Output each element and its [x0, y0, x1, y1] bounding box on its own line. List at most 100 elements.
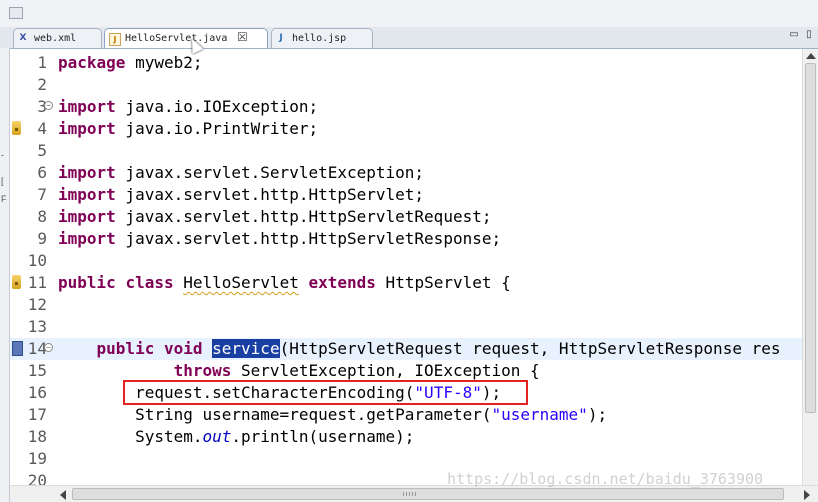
- code-line: 10: [10, 250, 802, 272]
- red-highlight-box: [123, 380, 528, 405]
- tab-helloservlet-java[interactable]: J HelloServlet.java ☒: [104, 28, 268, 48]
- line-number: 2: [37, 75, 47, 94]
- code-line: 5: [10, 140, 802, 162]
- keyword: public: [58, 273, 116, 292]
- toolbar-strip: [0, 0, 818, 27]
- code-line: 18 System.out.println(username);: [10, 426, 802, 448]
- code-text: import javax.servlet.ServletException;: [58, 162, 424, 184]
- close-icon[interactable]: ☒: [237, 28, 248, 47]
- code-line: 12: [10, 294, 802, 316]
- line-number: 16: [27, 383, 47, 402]
- fold-toggle-icon[interactable]: −: [44, 343, 53, 352]
- line-number: 8: [37, 207, 47, 226]
- keyword: import: [58, 207, 116, 226]
- code-line: 19: [10, 448, 802, 470]
- code-line: 8 import javax.servlet.http.HttpServletR…: [10, 206, 802, 228]
- line-number: 14: [27, 339, 47, 358]
- selected-method-name[interactable]: service: [212, 339, 280, 358]
- code-token: String username=request.getParameter(: [135, 405, 492, 424]
- line-number: 17: [27, 405, 47, 424]
- scroll-up-icon[interactable]: [806, 53, 816, 59]
- code-editor[interactable]: 1 package myweb2; 2 3 − import java.io.I…: [10, 49, 802, 485]
- keyword: void: [163, 339, 203, 358]
- code-text: System.out.println(username);: [58, 426, 414, 448]
- string-literal: "username": [491, 405, 588, 424]
- code-text: import java.io.PrintWriter;: [58, 118, 318, 140]
- code-text: import javax.servlet.http.HttpServletReq…: [58, 206, 491, 228]
- vertical-scrollbar[interactable]: [802, 49, 818, 485]
- code-token: javax.servlet.http.HttpServletResponse;: [115, 229, 502, 248]
- keyword: import: [58, 119, 116, 138]
- watermark: https://blog.csdn.net/baidu_3763900: [447, 470, 764, 488]
- line-number: 6: [37, 163, 47, 182]
- keyword: import: [58, 163, 116, 182]
- code-line: 13: [10, 316, 802, 338]
- code-text: package myweb2;: [58, 52, 203, 74]
- fold-toggle-icon[interactable]: −: [44, 101, 53, 110]
- tab-label: web.xml: [34, 33, 77, 44]
- code-token: (HttpServletRequest request, HttpServlet…: [279, 339, 781, 358]
- code-token: javax.servlet.ServletException;: [115, 163, 425, 182]
- horizontal-scroll-thumb[interactable]: [72, 488, 784, 500]
- line-number: 15: [27, 361, 47, 380]
- code-line: 11 public class HelloServlet extends Htt…: [10, 272, 802, 294]
- code-text: public void service(HttpServletRequest r…: [58, 338, 780, 360]
- code-token: myweb2;: [125, 53, 203, 72]
- keyword: import: [58, 97, 116, 116]
- code-line: 6 import javax.servlet.ServletException;: [10, 162, 802, 184]
- tab-hello-jsp[interactable]: J hello.jsp: [271, 28, 373, 48]
- line-number: 20: [27, 471, 47, 485]
- java-file-icon: J: [109, 33, 121, 46]
- line-number: 9: [37, 229, 47, 248]
- code-line-current: 14 − public void service(HttpServletRequ…: [10, 338, 802, 360]
- code-token: System.: [135, 427, 203, 446]
- view-menu-icon[interactable]: [9, 7, 23, 19]
- line-number: 5: [37, 141, 47, 160]
- minimize-icon[interactable]: ▭: [789, 30, 799, 40]
- keyword: public: [96, 339, 155, 358]
- code-token: javax.servlet.http.HttpServlet;: [115, 185, 425, 204]
- warning-icon[interactable]: [12, 121, 21, 135]
- tab-label: HelloServlet.java: [125, 33, 228, 44]
- line-number: 18: [27, 427, 47, 446]
- line-number: 3: [37, 97, 47, 116]
- line-number: 7: [37, 185, 47, 204]
- keyword: package: [58, 53, 126, 72]
- code-token: HttpServlet {: [375, 273, 511, 292]
- tab-web-xml[interactable]: X web.xml: [13, 28, 102, 48]
- line-number: 4: [37, 119, 47, 138]
- code-token: java.io.PrintWriter;: [115, 119, 319, 138]
- vertical-scroll-thumb[interactable]: [805, 63, 816, 413]
- code-text: String username=request.getParameter("us…: [58, 404, 607, 426]
- warning-icon[interactable]: [12, 275, 21, 289]
- line-number: 1: [37, 53, 47, 72]
- code-line: 2: [10, 74, 802, 96]
- code-token: .println(username);: [231, 427, 415, 446]
- maximize-icon[interactable]: ▯: [804, 30, 814, 40]
- code-line: 1 package myweb2;: [10, 52, 802, 74]
- line-number: 11: [27, 273, 47, 292]
- code-text: import java.io.IOException;: [58, 96, 318, 118]
- code-text: import javax.servlet.http.HttpServletRes…: [58, 228, 501, 250]
- code-line: 7 import javax.servlet.http.HttpServlet;: [10, 184, 802, 206]
- jsp-file-icon: J: [279, 33, 283, 43]
- line-number: 19: [27, 449, 47, 468]
- code-line: 3 − import java.io.IOException;: [10, 96, 802, 118]
- code-token: ServletException, IOException {: [231, 361, 540, 380]
- scroll-left-icon[interactable]: [60, 490, 66, 500]
- line-number: 12: [27, 295, 47, 314]
- code-token: );: [587, 405, 608, 424]
- code-token: java.io.IOException;: [115, 97, 319, 116]
- code-token: javax.servlet.http.HttpServletRequest;: [115, 207, 492, 226]
- keyword: extends: [308, 273, 376, 292]
- class-name: HelloServlet: [183, 273, 299, 292]
- code-text: import javax.servlet.http.HttpServlet;: [58, 184, 424, 206]
- scroll-right-icon[interactable]: [804, 490, 810, 500]
- line-number: 10: [27, 251, 47, 270]
- code-line: 15 throws ServletException, IOException …: [10, 360, 802, 382]
- keyword: throws: [173, 361, 232, 380]
- keyword: import: [58, 185, 116, 204]
- code-line: 4 import java.io.PrintWriter;: [10, 118, 802, 140]
- code-text: throws ServletException, IOException {: [58, 360, 540, 382]
- code-text: public class HelloServlet extends HttpSe…: [58, 272, 511, 294]
